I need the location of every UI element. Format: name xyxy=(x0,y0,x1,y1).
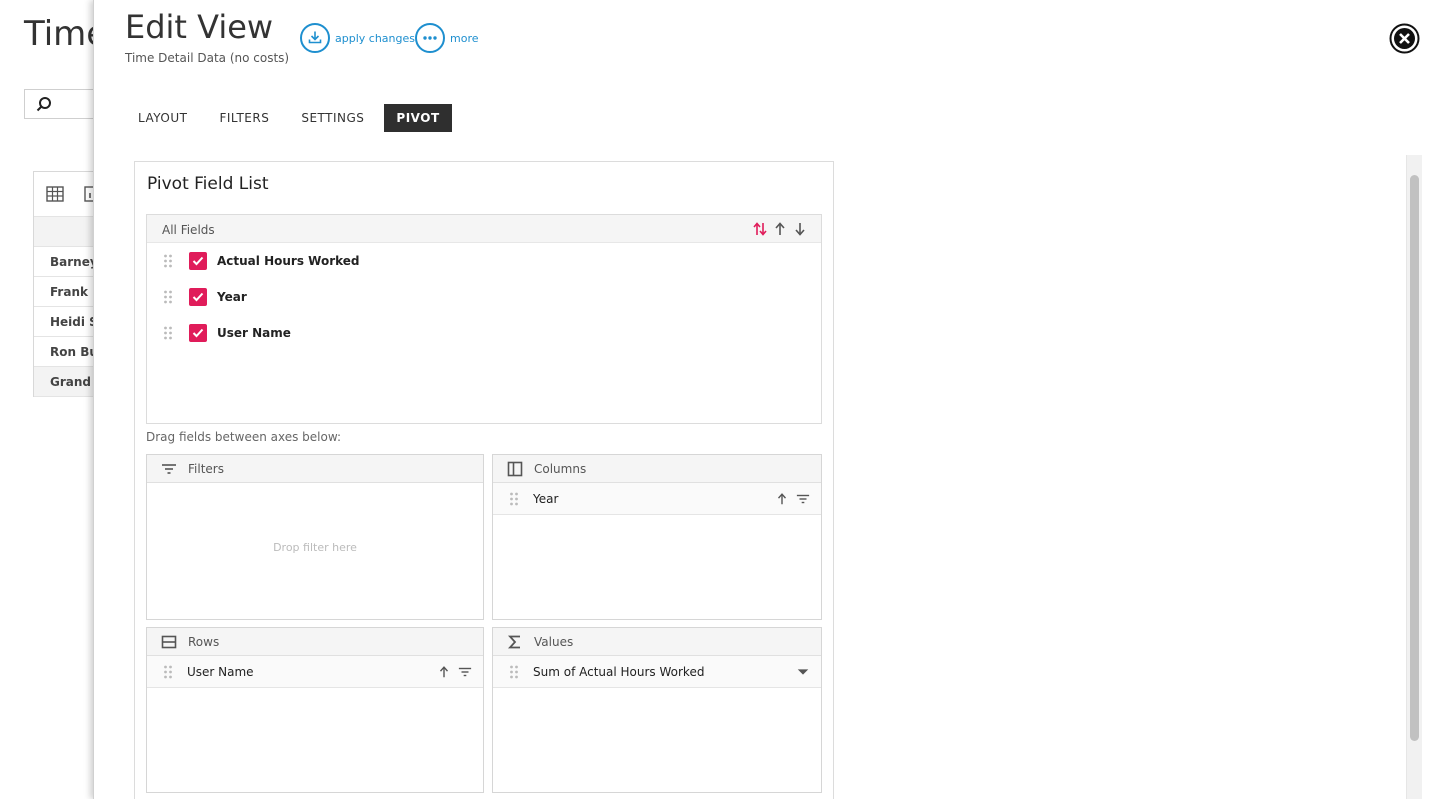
tab-settings[interactable]: SETTINGS xyxy=(289,104,376,132)
value-field-chip[interactable]: Sum of Actual Hours Worked xyxy=(493,656,821,688)
drag-handle-icon[interactable] xyxy=(163,254,173,268)
row-field-chip[interactable]: User Name xyxy=(147,656,483,688)
apply-changes-label: apply changes xyxy=(335,31,415,45)
panel-title: Edit View xyxy=(125,8,274,46)
filters-area-label: Filters xyxy=(188,462,224,476)
panel-subtitle: Time Detail Data (no costs) xyxy=(125,51,290,65)
values-area-label: Values xyxy=(534,635,574,649)
drag-hint: Drag fields between axes below: xyxy=(146,430,342,444)
filters-area[interactable]: Filters Drop filter here xyxy=(146,454,484,620)
filters-area-header: Filters xyxy=(147,455,483,483)
field-item[interactable]: Actual Hours Worked xyxy=(147,243,821,279)
search-icon xyxy=(36,97,51,112)
all-fields-panel: All Fields Actual Hours Worked Year User… xyxy=(146,214,822,424)
drag-handle-icon[interactable] xyxy=(509,492,519,506)
sort-none-icon[interactable] xyxy=(751,220,769,238)
edit-view-panel: Edit View Time Detail Data (no costs) ap… xyxy=(93,0,1454,799)
field-item[interactable]: Year xyxy=(147,279,821,315)
row-field-tools xyxy=(431,664,473,680)
table-view-icon[interactable] xyxy=(46,185,64,203)
filter-icon[interactable] xyxy=(795,491,811,507)
drag-handle-icon[interactable] xyxy=(163,290,173,304)
column-field-chip[interactable]: Year xyxy=(493,483,821,515)
scrollbar-thumb[interactable] xyxy=(1410,175,1419,741)
sort-ascending-icon[interactable] xyxy=(436,664,452,680)
close-icon[interactable] xyxy=(1389,23,1420,54)
columns-area-label: Columns xyxy=(534,462,587,476)
drag-handle-icon[interactable] xyxy=(163,326,173,340)
rows-area-header: Rows xyxy=(147,628,483,656)
checkmark-icon xyxy=(192,292,204,302)
tab-filters[interactable]: FILTERS xyxy=(207,104,281,132)
more-dots-icon xyxy=(415,23,445,53)
tab-pivot[interactable]: PIVOT xyxy=(384,104,452,132)
filter-icon xyxy=(162,464,176,474)
field-name: User Name xyxy=(217,326,291,340)
columns-area[interactable]: Columns Year xyxy=(492,454,822,620)
field-checkbox[interactable] xyxy=(189,252,207,270)
drag-handle-icon[interactable] xyxy=(163,665,173,679)
field-checkbox[interactable] xyxy=(189,288,207,306)
scrollbar[interactable] xyxy=(1406,155,1422,799)
filter-icon[interactable] xyxy=(457,664,473,680)
tab-layout[interactable]: LAYOUT xyxy=(126,104,199,132)
drop-filter-hint: Drop filter here xyxy=(273,541,357,554)
rows-area[interactable]: Rows User Name xyxy=(146,627,484,793)
value-field-name: Sum of Actual Hours Worked xyxy=(533,665,705,679)
column-field-name: Year xyxy=(533,492,559,506)
columns-area-header: Columns xyxy=(493,455,821,483)
row-field-name: User Name xyxy=(187,665,254,679)
field-item[interactable]: User Name xyxy=(147,315,821,351)
download-icon xyxy=(300,23,330,53)
drag-handle-icon[interactable] xyxy=(509,665,519,679)
apply-changes-button[interactable]: apply changes xyxy=(300,23,415,53)
rows-area-label: Rows xyxy=(188,635,220,649)
all-fields-header: All Fields xyxy=(147,215,821,243)
tab-bar: LAYOUT FILTERS SETTINGS PIVOT xyxy=(126,104,460,132)
sort-descending-icon[interactable] xyxy=(791,220,809,238)
checkmark-icon xyxy=(192,328,204,338)
field-name: Actual Hours Worked xyxy=(217,254,360,268)
all-fields-label: All Fields xyxy=(162,223,215,237)
values-area[interactable]: Values Sum of Actual Hours Worked xyxy=(492,627,822,793)
more-button[interactable]: more xyxy=(415,23,479,53)
values-area-header: Values xyxy=(493,628,821,656)
checkmark-icon xyxy=(192,256,204,266)
columns-icon xyxy=(507,461,523,477)
column-field-tools xyxy=(769,491,811,507)
value-field-tools xyxy=(790,664,811,680)
dropdown-caret-icon[interactable] xyxy=(795,664,811,680)
rows-icon xyxy=(161,635,177,649)
field-checkbox[interactable] xyxy=(189,324,207,342)
field-name: Year xyxy=(217,290,247,304)
pivot-field-list: Pivot Field List All Fields Actual Hours… xyxy=(134,161,834,799)
sigma-icon xyxy=(507,635,520,649)
field-list-title: Pivot Field List xyxy=(147,174,269,194)
sort-controls xyxy=(749,220,809,238)
sort-ascending-icon[interactable] xyxy=(771,220,789,238)
more-label: more xyxy=(450,31,479,45)
sort-ascending-icon[interactable] xyxy=(774,491,790,507)
